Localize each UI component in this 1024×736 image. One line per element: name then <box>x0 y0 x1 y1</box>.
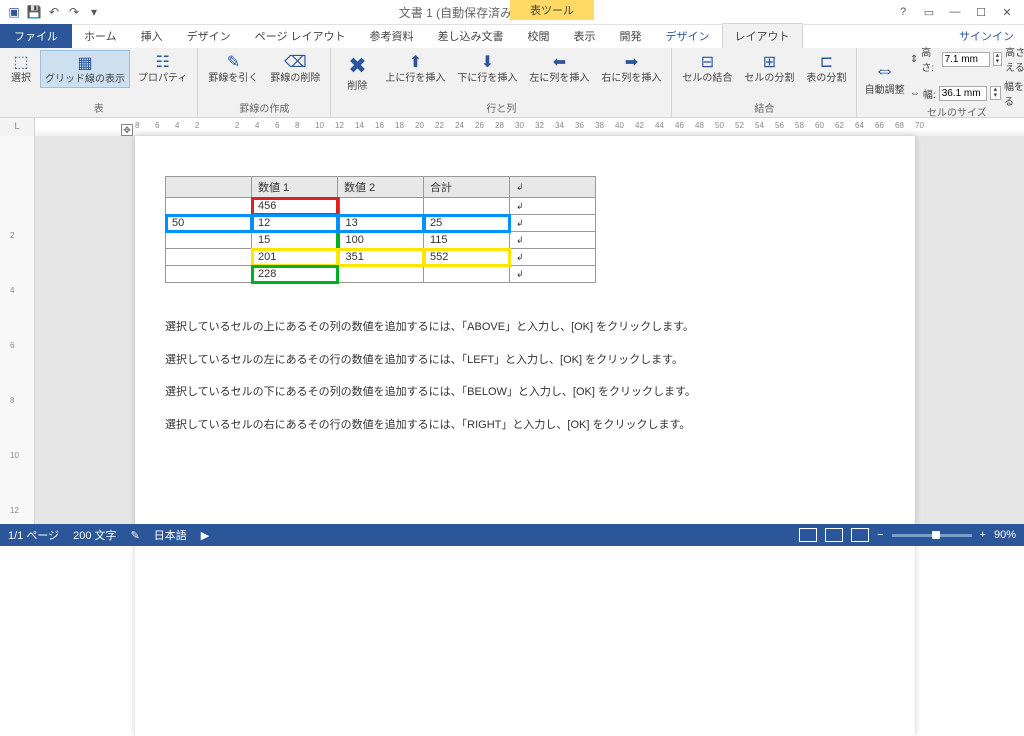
ribbon: ⬚選択 ▦グリッド線の表示 ☷プロパティ 表 ✎罫線を引く ⌫罫線の削除 罫線の… <box>0 48 1024 118</box>
ribbon-collapse-icon[interactable]: ▭ <box>920 6 938 19</box>
height-spinner[interactable]: ▴▾ <box>993 52 1003 66</box>
tab-table-layout[interactable]: レイアウト <box>722 23 803 48</box>
tab-review[interactable]: 校閲 <box>516 24 562 48</box>
width-spinner[interactable]: ▴▾ <box>990 86 1001 100</box>
tab-table-design[interactable]: デザイン <box>654 24 722 48</box>
select-button[interactable]: ⬚選択 <box>6 50 36 86</box>
table-row: 228↲ <box>166 266 596 283</box>
zoom-slider[interactable] <box>892 534 972 537</box>
group-draw: ✎罫線を引く ⌫罫線の削除 罫線の作成 <box>198 48 331 117</box>
context-tool-header: 表ツール <box>510 0 594 20</box>
body-text[interactable]: 選択しているセルの上にあるその列の数値を追加するには、「ABOVE」と入力し、[… <box>165 313 885 439</box>
paragraph: 選択しているセルの左にあるその行の数値を追加するには、「LEFT」と入力し、[O… <box>165 346 885 375</box>
insert-right-button[interactable]: ➡右に列を挿入 <box>597 50 665 86</box>
close-icon[interactable]: ✕ <box>998 6 1016 19</box>
zoom-in-button[interactable]: + <box>980 529 986 541</box>
tab-page-layout[interactable]: ページ レイアウト <box>243 24 358 48</box>
tab-developer[interactable]: 開発 <box>608 24 654 48</box>
group-table: ⬚選択 ▦グリッド線の表示 ☷プロパティ 表 <box>0 48 198 117</box>
page[interactable]: ✥ 数値 1数値 2合計↲ 456↲ 50121325↲ 15100115↲ 2… <box>135 136 915 736</box>
insert-above-button[interactable]: ⬆上に行を挿入 <box>381 50 449 86</box>
tab-view[interactable]: 表示 <box>562 24 608 48</box>
table-move-handle[interactable]: ✥ <box>121 124 133 136</box>
document-area: 24681012 ✥ 数値 1数値 2合計↲ 456↲ 50121325↲ 15… <box>0 136 1024 528</box>
ruler-vertical[interactable]: 24681012 <box>0 136 35 528</box>
height-icon: ⇕ <box>910 54 918 65</box>
ruler-horizontal[interactable]: L 86422468101214161820222426283032343638… <box>0 118 1024 136</box>
window-controls: ? ▭ — ☐ ✕ <box>886 6 1024 19</box>
tab-design[interactable]: デザイン <box>175 24 243 48</box>
word-count[interactable]: 200 文字 <box>73 527 116 543</box>
document-table[interactable]: 数値 1数値 2合計↲ 456↲ 50121325↲ 15100115↲ 201… <box>165 176 596 283</box>
table-row: 201351552↲ <box>166 249 596 266</box>
quick-access-toolbar: ▣ 💾 ↶ ↷ ▾ <box>0 4 108 20</box>
paragraph: 選択しているセルの下にあるその列の数値を追加するには、「BELOW」と入力し、[… <box>165 378 885 407</box>
qat-dropdown-icon[interactable]: ▾ <box>86 4 102 20</box>
split-table-button[interactable]: ⊏表の分割 <box>802 50 850 86</box>
view-read-icon[interactable] <box>799 528 817 542</box>
macro-icon[interactable]: ▶ <box>201 529 209 542</box>
language[interactable]: 日本語 <box>154 527 187 543</box>
paragraph: 選択しているセルの右にあるその行の数値を追加するには、「RIGHT」と入力し、[… <box>165 411 885 440</box>
ribbon-tabs: ファイル ホーム 挿入 デザイン ページ レイアウト 参考資料 差し込み文書 校… <box>0 25 1024 48</box>
group-cell-size: ⇔自動調整 ⇕高さ:▴▾高さを揃える ⇔幅:▴▾幅を揃える セルのサイズ <box>857 48 1024 117</box>
view-gridlines-button[interactable]: ▦グリッド線の表示 <box>40 50 130 88</box>
tab-mailings[interactable]: 差し込み文書 <box>426 24 516 48</box>
distribute-rows-button[interactable]: 高さを揃える <box>1005 44 1024 74</box>
tab-home[interactable]: ホーム <box>72 24 129 48</box>
tab-file[interactable]: ファイル <box>0 24 72 48</box>
table-row: 15100115↲ <box>166 232 596 249</box>
tab-insert[interactable]: 挿入 <box>129 24 175 48</box>
autofit-button[interactable]: ⇔自動調整 <box>863 54 906 98</box>
redo-icon[interactable]: ↷ <box>66 4 82 20</box>
zoom-out-button[interactable]: − <box>877 529 883 541</box>
statusbar: 1/1 ページ 200 文字 ✎ 日本語 ▶ − + 90% <box>0 524 1024 546</box>
eraser-button[interactable]: ⌫罫線の削除 <box>266 50 324 86</box>
group-rows-cols: ✖削除 ⬆上に行を挿入 ⬇下に行を挿入 ⬅左に列を挿入 ➡右に列を挿入 行と列 <box>331 48 672 117</box>
draw-border-button[interactable]: ✎罫線を引く <box>204 50 262 86</box>
properties-button[interactable]: ☷プロパティ <box>134 50 191 86</box>
table-row: 456↲ <box>166 198 596 215</box>
delete-button[interactable]: ✖削除 <box>337 50 377 94</box>
width-icon: ⇔ <box>910 88 920 99</box>
split-cells-button[interactable]: ⊞セルの分割 <box>740 50 798 86</box>
save-icon[interactable]: 💾 <box>26 4 42 20</box>
zoom-level[interactable]: 90% <box>994 529 1016 541</box>
proofing-icon[interactable]: ✎ <box>131 529 140 542</box>
paragraph: 選択しているセルの上にあるその列の数値を追加するには、「ABOVE」と入力し、[… <box>165 313 885 342</box>
view-web-icon[interactable] <box>851 528 869 542</box>
width-input[interactable] <box>939 86 987 101</box>
maximize-icon[interactable]: ☐ <box>972 6 990 19</box>
insert-left-button[interactable]: ⬅左に列を挿入 <box>525 50 593 86</box>
page-count[interactable]: 1/1 ページ <box>8 527 59 543</box>
distribute-cols-button[interactable]: 幅を揃える <box>1004 78 1024 108</box>
minimize-icon[interactable]: — <box>946 6 964 19</box>
table-row: 数値 1数値 2合計↲ <box>166 177 596 198</box>
word-icon: ▣ <box>6 4 22 20</box>
height-input[interactable] <box>942 52 990 67</box>
view-print-icon[interactable] <box>825 528 843 542</box>
tab-references[interactable]: 参考資料 <box>358 24 426 48</box>
ruler-corner: L <box>0 118 35 136</box>
merge-cells-button[interactable]: ⊟セルの結合 <box>678 50 736 86</box>
insert-below-button[interactable]: ⬇下に行を挿入 <box>453 50 521 86</box>
undo-icon[interactable]: ↶ <box>46 4 62 20</box>
help-icon[interactable]: ? <box>894 6 912 19</box>
table-row: 50121325↲ <box>166 215 596 232</box>
group-merge: ⊟セルの結合 ⊞セルの分割 ⊏表の分割 結合 <box>672 48 857 117</box>
